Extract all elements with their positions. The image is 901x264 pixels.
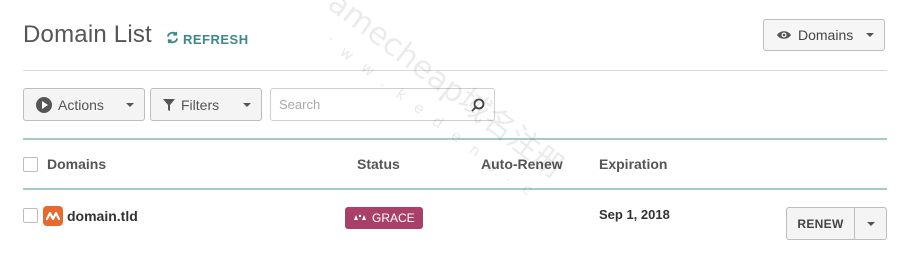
renew-button[interactable]: RENEW xyxy=(787,208,854,239)
chevron-down-icon xyxy=(243,102,251,107)
search-input[interactable] xyxy=(271,89,471,120)
renew-options-toggle[interactable] xyxy=(854,208,886,239)
search-box xyxy=(270,88,495,121)
select-all-checkbox[interactable] xyxy=(23,157,38,172)
funnel-icon xyxy=(163,98,175,111)
actions-label: Actions xyxy=(58,96,104,113)
domains-dropdown-label: Domains xyxy=(798,27,854,43)
refresh-label: REFRESH xyxy=(183,31,249,47)
filters-label: Filters xyxy=(181,96,220,113)
page-title: Domain List xyxy=(23,21,152,48)
column-header-domains[interactable]: Domains xyxy=(47,156,106,172)
refresh-icon xyxy=(166,31,179,47)
status-badge: GRACE xyxy=(345,207,423,229)
chevron-down-icon xyxy=(126,102,134,107)
domains-view-dropdown[interactable]: Domains xyxy=(763,19,885,51)
search-icon[interactable] xyxy=(471,98,485,112)
column-header-expiration[interactable]: Expiration xyxy=(599,156,667,172)
grace-bells-icon xyxy=(354,214,366,220)
renew-button-group: RENEW xyxy=(786,207,887,240)
refresh-button[interactable]: REFRESH xyxy=(166,31,249,47)
namecheap-logo-icon xyxy=(43,206,63,226)
chevron-down-icon xyxy=(866,33,874,37)
column-header-status[interactable]: Status xyxy=(357,156,400,172)
row-checkbox[interactable] xyxy=(23,208,38,223)
chevron-down-icon xyxy=(866,221,875,226)
expiration-date: Sep 1, 2018 xyxy=(599,207,670,222)
header-divider xyxy=(23,70,887,71)
status-label: GRACE xyxy=(372,211,415,225)
play-circle-icon xyxy=(36,96,52,113)
column-header-auto-renew[interactable]: Auto-Renew xyxy=(481,156,563,172)
eye-icon xyxy=(776,29,792,41)
domain-name-link[interactable]: domain.tld xyxy=(67,208,138,224)
actions-dropdown-button[interactable]: Actions xyxy=(23,88,145,121)
filters-dropdown-button[interactable]: Filters xyxy=(150,88,262,121)
table-header-top-border xyxy=(23,138,887,140)
table-header-bottom-border xyxy=(23,188,887,190)
